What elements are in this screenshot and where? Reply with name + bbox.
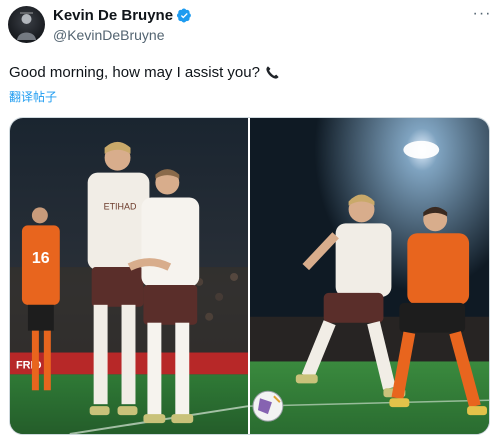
author-handle[interactable]: @KevinDeBruyne bbox=[53, 27, 165, 43]
media-grid: FRID 16 ETIHAD bbox=[9, 117, 490, 435]
tweet-body: Good morning, how may I assist you? bbox=[9, 64, 260, 81]
tweet-text: Good morning, how may I assist you? bbox=[9, 64, 280, 81]
author-name-row: Kevin De Bruyne bbox=[53, 7, 192, 24]
shirt-number-16: 16 bbox=[32, 250, 50, 267]
telephone-receiver-icon bbox=[265, 65, 280, 80]
svg-text:ETIHAD: ETIHAD bbox=[104, 201, 137, 211]
verified-badge-icon[interactable] bbox=[176, 8, 192, 23]
avatar[interactable] bbox=[8, 6, 45, 43]
display-name[interactable]: Kevin De Bruyne bbox=[53, 7, 173, 24]
more-dots-icon[interactable]: ··· bbox=[470, 4, 494, 24]
photo-dribble[interactable] bbox=[250, 118, 489, 434]
translate-post-link[interactable]: 翻译帖子 bbox=[9, 88, 57, 105]
photo-celebration[interactable]: FRID 16 ETIHAD bbox=[10, 118, 248, 434]
